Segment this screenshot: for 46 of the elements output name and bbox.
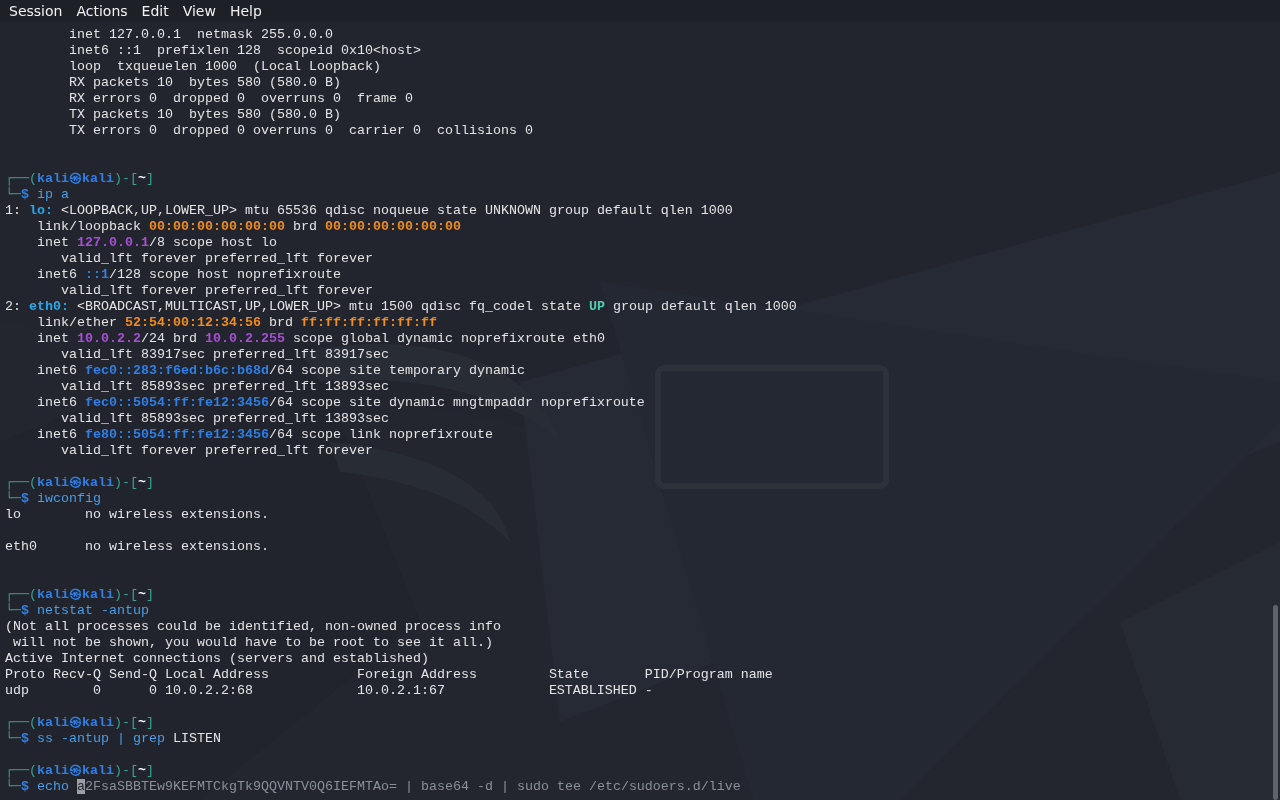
output-line: inet 127.0.0.1 netmask 255.0.0.0 [68, 27, 333, 43]
prompt-line: ┌──(kali㉿kali)-[~] [5, 587, 154, 603]
output-line: link/loopback 00:00:00:00:00:00 brd 00:00:00:00:00:00 [36, 219, 461, 235]
output-line: valid_lft forever preferred_lft forever [60, 443, 373, 459]
scrollbar-thumb[interactable] [1273, 605, 1278, 800]
menu-item[interactable]: View [175, 0, 223, 22]
output-line: 2: eth0: <BROADCAST,MULTICAST,UP,LOWER_UP> mtu 1500 qdisc fq_codel state UP group default qlen 1000 [5, 299, 797, 315]
prompt-line: ┌──(kali㉿kali)-[~] [5, 171, 154, 187]
output-line: (Not all processes could be identified, non-owned process info [5, 619, 501, 635]
output-line: will not be shown, you would have to be root to see it all.) [12, 635, 493, 651]
output-line: RX errors 0 dropped 0 overruns 0 frame 0 [68, 91, 413, 107]
menu-item[interactable]: Help [222, 0, 269, 22]
menu-item[interactable]: Session [0, 0, 70, 22]
output-line: inet6 fe80::5054:ff:fe12:3456/64 scope link noprefixroute [36, 427, 493, 443]
output-line: valid_lft 83917sec preferred_lft 83917sec [60, 347, 389, 363]
output-line: RX packets 10 bytes 580 (580.0 B) [68, 75, 341, 91]
output-line: valid_lft forever preferred_lft forever [60, 251, 373, 267]
output-line: Proto Recv-Q Send-Q Local Address Foreign Address State PID/Program name [5, 667, 773, 683]
output-line: udp 0 0 10.0.2.2:68 10.0.2.1:67 ESTABLISHED - [5, 683, 653, 699]
prompt-line: ┌──(kali㉿kali)-[~] [5, 475, 154, 491]
output-line: 1: lo: <LOOPBACK,UP,LOWER_UP> mtu 65536 qdisc noqueue state UNKNOWN group default qlen 1000 [5, 203, 733, 219]
prompt-line: ┌──(kali㉿kali)-[~] [5, 715, 154, 731]
output-line: inet6 ::1/128 scope host noprefixroute [36, 267, 341, 283]
menu-item[interactable]: Actions [69, 0, 135, 22]
command-line: └─$ echo a2FsaSBBTEw9KEFMTCkgTk9QQVNTV0Q6IEFMTAo= | base64 -d | sudo tee /etc/sudoers.d/live [5, 779, 741, 795]
output-line: TX errors 0 dropped 0 overruns 0 carrier 0 collisions 0 [68, 123, 533, 139]
menu-item[interactable]: Edit [134, 0, 176, 22]
output-line: valid_lft 85893sec preferred_lft 13893sec [60, 411, 389, 427]
output-line: loop txqueuelen 1000 (Local Loopback) [68, 59, 381, 75]
output-line: inet 10.0.2.2/24 brd 10.0.2.255 scope global dynamic noprefixroute eth0 [36, 331, 605, 347]
command-line: └─$ iwconfig [5, 491, 101, 507]
output-line: inet6 fec0::5054:ff:fe12:3456/64 scope site dynamic mngtmpaddr noprefixroute [36, 395, 645, 411]
output-line: Active Internet connections (servers and established) [5, 651, 429, 667]
output-line: inet6 fec0::283:f6ed:b6c:b68d/64 scope site temporary dynamic [36, 363, 525, 379]
command-line: └─$ ip a [5, 187, 69, 203]
output-line: inet6 ::1 prefixlen 128 scopeid 0x10<host> [68, 43, 421, 59]
output-line: valid_lft forever preferred_lft forever [60, 283, 373, 299]
command-line: └─$ netstat -antup [5, 603, 149, 619]
output-line: eth0 no wireless extensions. [5, 539, 269, 555]
output-line: TX packets 10 bytes 580 (580.0 B) [68, 107, 341, 123]
prompt-line: ┌──(kali㉿kali)-[~] [5, 763, 154, 779]
command-line: └─$ ss -antup | grep LISTEN [5, 731, 221, 747]
output-line: lo no wireless extensions. [5, 507, 269, 523]
output-line: valid_lft 85893sec preferred_lft 13893sec [60, 379, 389, 395]
output-line: link/ether 52:54:00:12:34:56 brd ff:ff:ff:ff:ff:ff [36, 315, 437, 331]
output-line: inet 127.0.0.1/8 scope host lo [36, 235, 277, 251]
